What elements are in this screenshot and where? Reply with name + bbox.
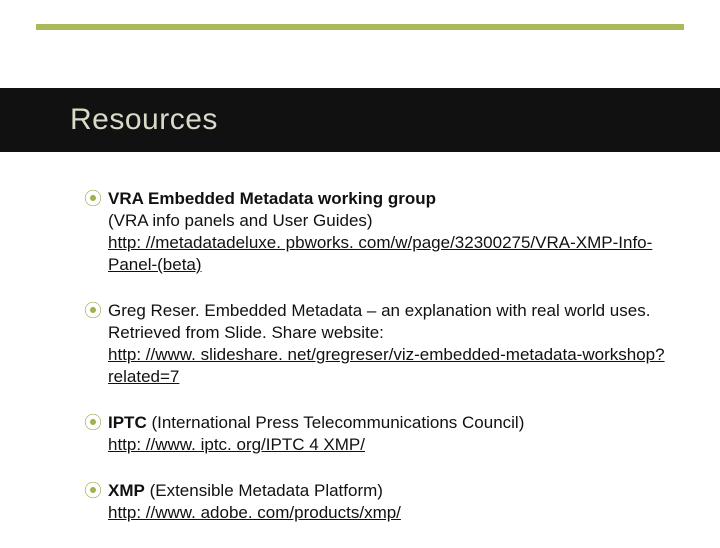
item-plain-inline: (International Press Telecommunications … <box>147 413 525 432</box>
list-item: ⦿ VRA Embedded Metadata working group (V… <box>84 188 684 276</box>
bullet-icon: ⦿ <box>84 480 108 502</box>
list-item: ⦿ XMP (Extensible Metadata Platform) htt… <box>84 480 684 524</box>
slide: Resources ⦿ VRA Embedded Metadata workin… <box>0 0 720 540</box>
item-bold-lead: XMP <box>108 481 145 500</box>
item-bold-lead: IPTC <box>108 413 147 432</box>
content-area: ⦿ VRA Embedded Metadata working group (V… <box>84 188 684 548</box>
item-link[interactable]: http: //www. slideshare. net/gregreser/v… <box>108 345 665 386</box>
item-plain-inline: (Extensible Metadata Platform) <box>145 481 383 500</box>
list-item-text: Greg Reser. Embedded Metadata – an expla… <box>108 300 684 388</box>
item-link[interactable]: http: //metadatadeluxe. pbworks. com/w/p… <box>108 233 652 274</box>
item-bold-lead: VRA Embedded Metadata working group <box>108 189 436 208</box>
top-accent-rule <box>36 24 684 30</box>
list-item-text: VRA Embedded Metadata working group (VRA… <box>108 188 684 276</box>
bullet-icon: ⦿ <box>84 188 108 210</box>
bullet-icon: ⦿ <box>84 300 108 322</box>
bullet-icon: ⦿ <box>84 412 108 434</box>
list-item: ⦿ IPTC (International Press Telecommunic… <box>84 412 684 456</box>
item-plain: Greg Reser. Embedded Metadata – an expla… <box>108 301 650 342</box>
list-item-text: IPTC (International Press Telecommunicat… <box>108 412 684 456</box>
slide-title: Resources <box>70 103 218 137</box>
item-plain: (VRA info panels and User Guides) <box>108 211 373 230</box>
item-link[interactable]: http: //www. iptc. org/IPTC 4 XMP/ <box>108 435 365 454</box>
title-bar: Resources <box>0 88 720 152</box>
item-link[interactable]: http: //www. adobe. com/products/xmp/ <box>108 503 401 522</box>
list-item-text: XMP (Extensible Metadata Platform) http:… <box>108 480 684 524</box>
list-item: ⦿ Greg Reser. Embedded Metadata – an exp… <box>84 300 684 388</box>
